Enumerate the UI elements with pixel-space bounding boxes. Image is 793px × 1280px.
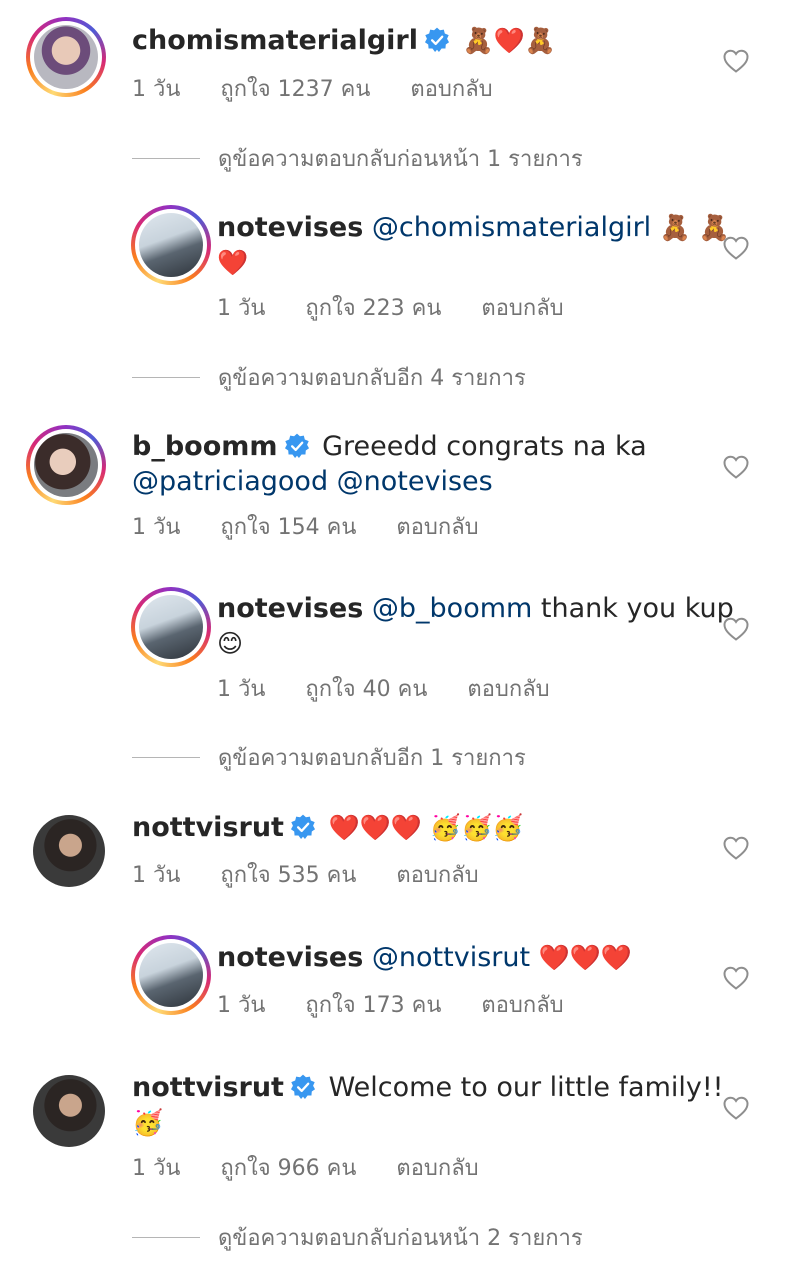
comment-time: 1 วัน [132,77,181,102]
reply-button[interactable]: ตอบกลับ [481,987,563,1022]
reply-button[interactable]: ตอบกลับ [396,857,478,892]
comment-text: ❤️❤️❤️ 🥳🥳🥳 [328,813,524,842]
view-replies-label[interactable]: ดูข้อความตอบกลับก่อนหน้า 2 รายการ [218,1220,583,1255]
reply-button[interactable]: ตอบกลับ [396,509,478,544]
divider [132,1237,200,1238]
like-heart-icon[interactable] [723,836,749,860]
like-heart-icon[interactable] [723,617,749,641]
comment-text-line2: 🥳 [132,1108,164,1137]
mention-link[interactable]: @nottvisrut [372,942,530,973]
mention-link[interactable]: @patriciagood @notevises [132,464,647,499]
view-replies-link[interactable]: ดูข้อความตอบกลับก่อนหน้า 2 รายการ [132,1220,583,1255]
comment-time: 1 วัน [132,1156,181,1181]
avatar[interactable] [131,205,211,285]
comment-text: ❤️❤️❤️ [538,943,633,972]
comment-username[interactable]: notevises [217,212,363,243]
comment-username[interactable]: nottvisrut [132,1072,284,1103]
like-heart-icon[interactable] [723,236,749,260]
comment-text: Greeedd congrats na ka [322,431,647,462]
reply-button[interactable]: ตอบกลับ [481,290,563,325]
comment-time: 1 วัน [132,515,181,540]
avatar[interactable] [131,935,211,1015]
comment-username[interactable]: b_boomm [132,431,278,462]
avatar[interactable] [33,815,105,887]
comment-likes[interactable]: ถูกใจ 1237 คน [220,71,370,106]
comment-text: 🧸❤️🧸 [462,26,556,55]
verified-badge-icon [284,433,310,459]
reply-button[interactable]: ตอบกลับ [467,671,549,706]
like-heart-icon[interactable] [723,966,749,990]
view-replies-label[interactable]: ดูข้อความตอบกลับก่อนหน้า 1 รายการ [218,141,583,176]
comment-likes[interactable]: ถูกใจ 154 คน [220,509,356,544]
comment-username[interactable]: nottvisrut [132,812,284,843]
view-replies-label[interactable]: ดูข้อความตอบกลับอีก 4 รายการ [218,360,526,395]
verified-badge-icon [290,1074,316,1100]
reply-button[interactable]: ตอบกลับ [410,71,492,106]
comment-likes[interactable]: ถูกใจ 223 คน [305,290,441,325]
avatar[interactable] [33,1075,105,1147]
divider [132,757,200,758]
divider [132,377,200,378]
comment-username[interactable]: notevises [217,593,363,624]
avatar[interactable] [26,425,106,505]
comment-likes[interactable]: ถูกใจ 966 คน [220,1150,356,1185]
divider [132,158,200,159]
comment-username[interactable]: chomismaterialgirl [132,25,418,56]
avatar[interactable] [131,587,211,667]
view-replies-link[interactable]: ดูข้อความตอบกลับก่อนหน้า 1 รายการ [132,141,583,176]
comment-time: 1 วัน [217,296,266,321]
comment-likes[interactable]: ถูกใจ 40 คน [305,671,427,706]
avatar[interactable] [26,17,106,97]
like-heart-icon[interactable] [723,49,749,73]
view-replies-link[interactable]: ดูข้อความตอบกลับอีก 1 รายการ [132,740,526,775]
comment-likes[interactable]: ถูกใจ 535 คน [220,857,356,892]
comment-time: 1 วัน [217,677,266,702]
comment-text: thank you kup [540,593,734,624]
verified-badge-icon [290,814,316,840]
comment-text: Welcome to our little family!! [328,1072,724,1103]
comment-text: 🧸 🧸 [659,213,730,242]
reply-button[interactable]: ตอบกลับ [396,1150,478,1185]
comment-username[interactable]: notevises [217,942,363,973]
comment-text-line2: 😊 [217,629,244,658]
mention-link[interactable]: @b_boomm [372,593,532,624]
comment-likes[interactable]: ถูกใจ 173 คน [305,987,441,1022]
like-heart-icon[interactable] [723,455,749,479]
view-replies-link[interactable]: ดูข้อความตอบกลับอีก 4 รายการ [132,360,526,395]
comment-text-line2: ❤️ [217,248,249,277]
comment-time: 1 วัน [132,863,181,888]
verified-badge-icon [424,27,450,53]
view-replies-label[interactable]: ดูข้อความตอบกลับอีก 1 รายการ [218,740,526,775]
like-heart-icon[interactable] [723,1096,749,1120]
mention-link[interactable]: @chomismaterialgirl [372,212,651,243]
comment-time: 1 วัน [217,993,266,1018]
